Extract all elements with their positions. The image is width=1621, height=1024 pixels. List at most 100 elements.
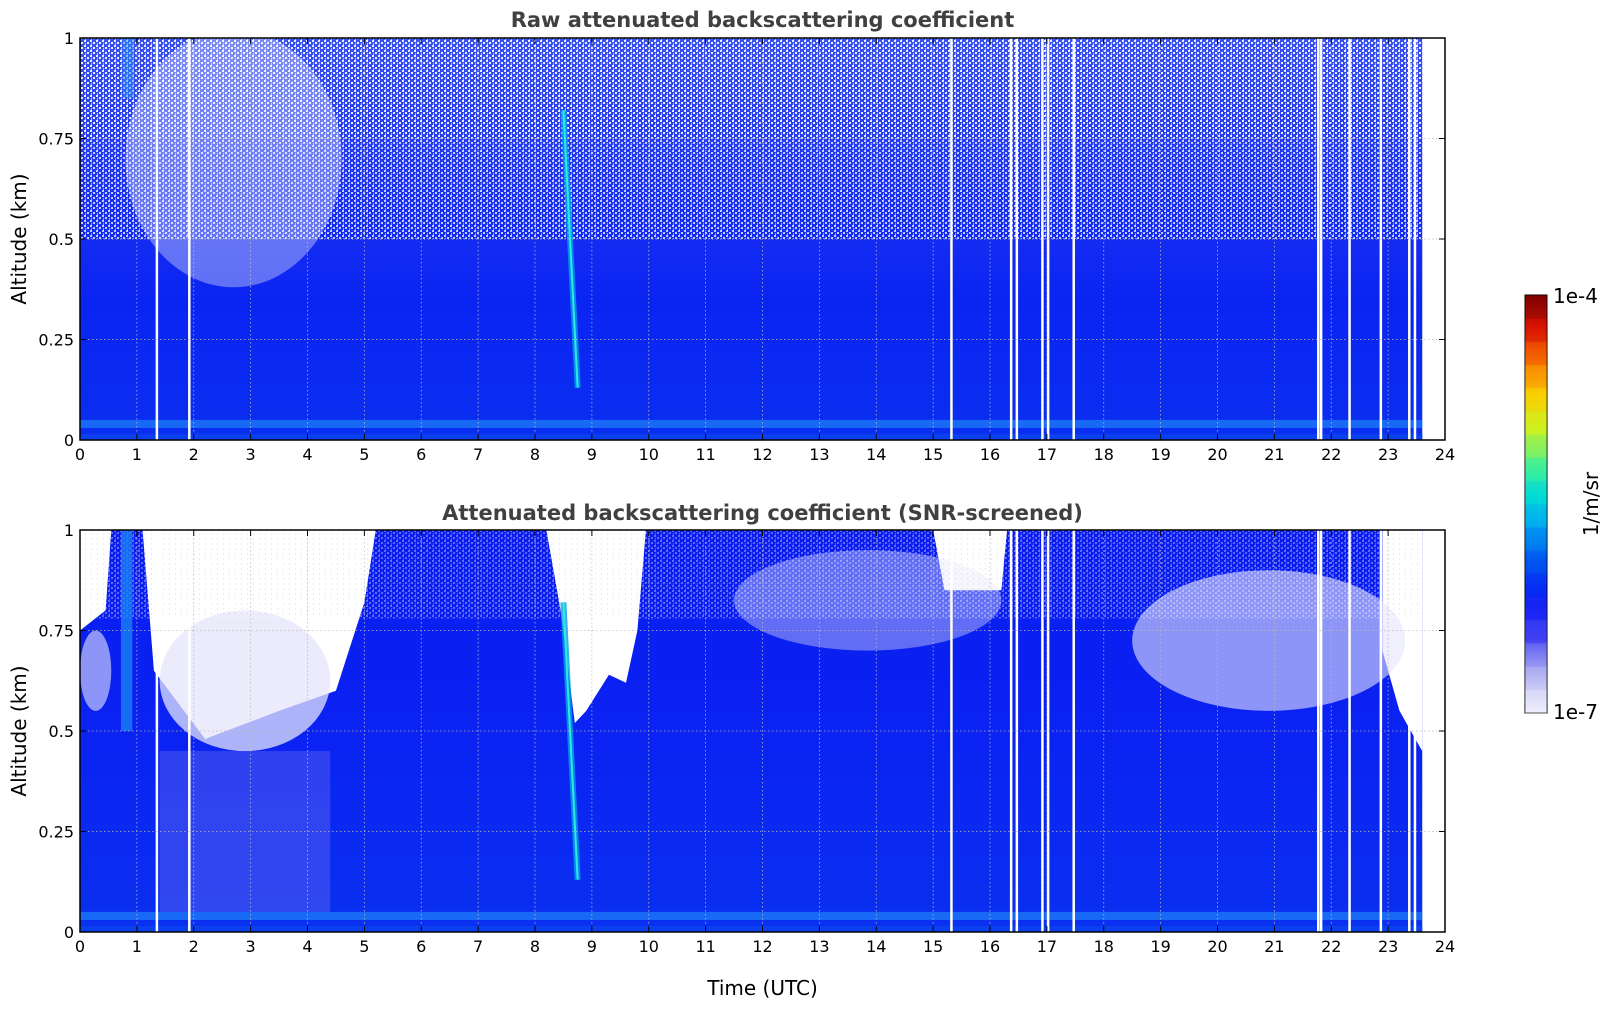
y-tick-label: 0.75 bbox=[38, 130, 74, 149]
cloud-column bbox=[122, 38, 135, 99]
x-tick-label: 4 bbox=[302, 937, 312, 956]
y-tick-label: 0.5 bbox=[49, 722, 74, 741]
data-gap bbox=[1041, 530, 1044, 932]
x-tick-label: 12 bbox=[752, 445, 772, 464]
y-tick-label: 0 bbox=[64, 923, 74, 942]
raw-backscatter-panel: Raw attenuated backscattering coefficien… bbox=[7, 8, 1455, 464]
y-tick-label: 0.5 bbox=[49, 230, 74, 249]
x-tick-label: 10 bbox=[639, 445, 659, 464]
y-tick-label: 0 bbox=[64, 431, 74, 450]
x-tick-label: 7 bbox=[473, 445, 483, 464]
x-tick-label: 21 bbox=[1264, 445, 1284, 464]
colorbar-band bbox=[1525, 666, 1547, 691]
low-snr-patch bbox=[159, 610, 331, 752]
colorbar-band bbox=[1525, 620, 1547, 644]
cloud-column bbox=[120, 530, 133, 731]
x-tick-label: 5 bbox=[359, 937, 369, 956]
surface-layer bbox=[80, 419, 1423, 428]
x-tick-label: 18 bbox=[1094, 445, 1114, 464]
x-tick-label: 18 bbox=[1094, 937, 1114, 956]
x-tick-label: 10 bbox=[639, 937, 659, 956]
x-tick-label: 14 bbox=[866, 937, 886, 956]
colorbar-band bbox=[1525, 364, 1547, 389]
x-tick-label: 23 bbox=[1378, 937, 1398, 956]
noise-region bbox=[80, 530, 1423, 619]
x-tick-label: 9 bbox=[587, 937, 597, 956]
data-gap bbox=[1413, 530, 1417, 932]
x-tick-label: 21 bbox=[1264, 937, 1284, 956]
colorbar-band bbox=[1525, 341, 1547, 366]
x-tick-label: 7 bbox=[473, 937, 483, 956]
x-tick-label: 6 bbox=[416, 937, 426, 956]
x-tick-label: 19 bbox=[1150, 445, 1170, 464]
y-tick-label: 0.25 bbox=[38, 331, 74, 350]
colorbar-band bbox=[1525, 550, 1547, 575]
x-tick-label: 8 bbox=[530, 445, 540, 464]
y-axis-label: Altitude (km) bbox=[7, 665, 31, 796]
heatmap-area bbox=[80, 38, 1423, 440]
low-snr-patch bbox=[80, 630, 112, 711]
colorbar-band bbox=[1525, 411, 1547, 435]
x-tick-label: 1 bbox=[132, 445, 142, 464]
lidar-figure: Raw attenuated backscattering coefficien… bbox=[7, 8, 1603, 1000]
x-tick-label: 16 bbox=[980, 937, 1000, 956]
colorbar-band bbox=[1525, 504, 1547, 528]
colorbar-band bbox=[1525, 596, 1547, 621]
colorbar-band bbox=[1525, 527, 1547, 551]
colorbar-band bbox=[1525, 295, 1547, 319]
y-tick-label: 1 bbox=[64, 29, 74, 48]
x-tick-label: 15 bbox=[923, 937, 943, 956]
colorbar-min-label: 1e-7 bbox=[1553, 700, 1598, 724]
x-tick-label: 16 bbox=[980, 445, 1000, 464]
data-gap bbox=[1413, 38, 1417, 440]
colorbar-band bbox=[1525, 387, 1547, 412]
colorbar-band bbox=[1525, 457, 1547, 482]
colorbar-max-label: 1e-4 bbox=[1553, 284, 1598, 308]
y-tick-label: 1 bbox=[64, 521, 74, 540]
x-tick-label: 13 bbox=[809, 937, 829, 956]
x-axis-label: Time (UTC) bbox=[706, 976, 818, 1000]
x-tick-label: 8 bbox=[530, 937, 540, 956]
x-tick-label: 14 bbox=[866, 445, 886, 464]
surface-layer bbox=[80, 433, 1423, 440]
colorbar: 1e-4 1e-7 1/m/sr bbox=[1524, 284, 1603, 724]
colorbar-band bbox=[1525, 573, 1547, 598]
colorbar-band bbox=[1525, 643, 1547, 668]
x-tick-label: 15 bbox=[923, 445, 943, 464]
x-tick-label: 5 bbox=[359, 445, 369, 464]
y-tick-label: 0.75 bbox=[38, 622, 74, 641]
x-tick-label: 11 bbox=[695, 445, 715, 464]
x-tick-label: 3 bbox=[246, 445, 256, 464]
surface-layer bbox=[80, 925, 1423, 932]
x-tick-label: 20 bbox=[1207, 937, 1227, 956]
x-tick-label: 24 bbox=[1435, 937, 1455, 956]
x-tick-label: 4 bbox=[302, 445, 312, 464]
colorbar-band bbox=[1525, 480, 1547, 505]
x-tick-label: 20 bbox=[1207, 445, 1227, 464]
colorbar-band bbox=[1525, 689, 1547, 714]
x-tick-label: 12 bbox=[752, 937, 772, 956]
colorbar-band bbox=[1525, 434, 1547, 459]
y-tick-label: 0.25 bbox=[38, 823, 74, 842]
x-tick-label: 2 bbox=[189, 445, 199, 464]
colorbar-band bbox=[1525, 318, 1547, 342]
colorbar-bands bbox=[1525, 295, 1547, 714]
x-tick-label: 11 bbox=[695, 937, 715, 956]
surface-layer bbox=[80, 911, 1423, 920]
screened-backscatter-panel: Attenuated backscattering coefficient (S… bbox=[7, 501, 1455, 1000]
panel-title: Raw attenuated backscattering coefficien… bbox=[511, 8, 1015, 32]
x-tick-label: 24 bbox=[1435, 445, 1455, 464]
x-tick-label: 6 bbox=[416, 445, 426, 464]
x-tick-label: 0 bbox=[75, 445, 85, 464]
x-tick-label: 9 bbox=[587, 445, 597, 464]
x-tick-label: 22 bbox=[1321, 937, 1341, 956]
x-tick-label: 19 bbox=[1150, 937, 1170, 956]
x-tick-label: 23 bbox=[1378, 445, 1398, 464]
x-tick-label: 3 bbox=[246, 937, 256, 956]
x-tick-label: 0 bbox=[75, 937, 85, 956]
x-tick-label: 17 bbox=[1037, 937, 1057, 956]
x-tick-label: 1 bbox=[132, 937, 142, 956]
panel-title: Attenuated backscattering coefficient (S… bbox=[442, 501, 1083, 525]
x-tick-label: 2 bbox=[189, 937, 199, 956]
x-tick-label: 17 bbox=[1037, 445, 1057, 464]
